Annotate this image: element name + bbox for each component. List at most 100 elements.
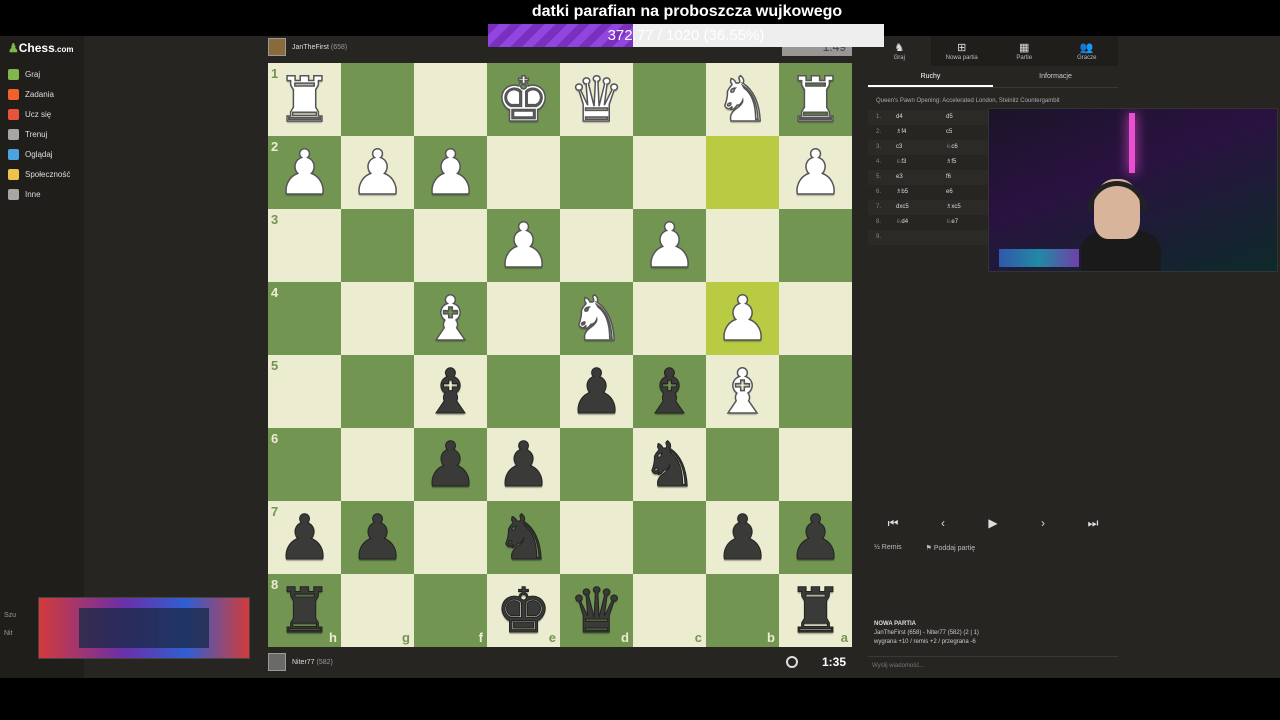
- board-square[interactable]: [560, 136, 633, 209]
- board-square[interactable]: 6: [268, 428, 341, 501]
- board-square[interactable]: [341, 63, 414, 136]
- chat-input[interactable]: Wyślij wiadomość...: [868, 656, 1118, 674]
- white-bishop-icon[interactable]: ♝: [714, 359, 771, 423]
- board-square[interactable]: ♟: [487, 209, 560, 282]
- board-square[interactable]: [633, 501, 706, 574]
- board-square[interactable]: 5: [268, 355, 341, 428]
- chesscom-logo[interactable]: ♟Chess.com: [8, 41, 73, 55]
- board-square[interactable]: g: [341, 574, 414, 647]
- board-square[interactable]: 7 ♟: [268, 501, 341, 574]
- black-bishop-icon[interactable]: ♝: [422, 360, 479, 423]
- black-queen-icon[interactable]: ♛: [568, 579, 625, 642]
- board-square[interactable]: a ♜: [779, 574, 852, 647]
- white-move[interactable]: dxc5: [896, 200, 946, 215]
- board-square[interactable]: ♞: [706, 63, 779, 136]
- tab-moves[interactable]: Ruchy: [868, 66, 993, 87]
- board-square[interactable]: [560, 501, 633, 574]
- sidebar-item-graj[interactable]: Graj: [0, 64, 84, 84]
- board-square[interactable]: ♟: [341, 136, 414, 209]
- board-square[interactable]: ♟: [633, 209, 706, 282]
- board-square[interactable]: 1 ♜: [268, 63, 341, 136]
- board-square[interactable]: [633, 63, 706, 136]
- board-square[interactable]: ♜: [779, 63, 852, 136]
- bottom-player-name[interactable]: Niter77: [292, 659, 315, 666]
- board-square[interactable]: d ♛: [560, 574, 633, 647]
- board-square[interactable]: [779, 355, 852, 428]
- board-square[interactable]: [341, 428, 414, 501]
- board-square[interactable]: [706, 136, 779, 209]
- sidebar-item-trenuj[interactable]: Trenuj: [0, 124, 84, 144]
- white-rook-icon[interactable]: ♜: [787, 67, 844, 131]
- board-square[interactable]: [487, 136, 560, 209]
- sidebar-item-inne[interactable]: Inne: [0, 184, 84, 204]
- black-pawn-icon[interactable]: ♟: [714, 506, 771, 569]
- tab-info[interactable]: Informacje: [993, 66, 1118, 87]
- white-move[interactable]: [896, 230, 946, 245]
- board-square[interactable]: 4: [268, 282, 341, 355]
- board-square[interactable]: [706, 428, 779, 501]
- sidebar-item-społeczność[interactable]: Społeczność: [0, 164, 84, 184]
- avatar[interactable]: [268, 653, 286, 671]
- tab-partie[interactable]: ▦ Partie: [993, 36, 1056, 66]
- board-square[interactable]: ♟: [706, 282, 779, 355]
- profile-shortcut[interactable]: Nit: [4, 630, 16, 648]
- white-bishop-icon[interactable]: ♝: [422, 286, 479, 350]
- board-square[interactable]: [560, 209, 633, 282]
- board-square[interactable]: ♞: [487, 501, 560, 574]
- white-king-icon[interactable]: ♚: [495, 67, 552, 131]
- white-knight-icon[interactable]: ♞: [714, 67, 771, 131]
- board-square[interactable]: [633, 136, 706, 209]
- board-square[interactable]: [779, 282, 852, 355]
- board-square[interactable]: ♟: [341, 501, 414, 574]
- sidebar-item-zadania[interactable]: Zadania: [0, 84, 84, 104]
- last-move-button[interactable]: ⏭: [1075, 511, 1111, 535]
- first-move-button[interactable]: ⏮: [875, 511, 911, 535]
- white-move[interactable]: d4: [896, 110, 946, 125]
- white-knight-icon[interactable]: ♞: [568, 286, 625, 350]
- white-pawn-icon[interactable]: ♟: [276, 140, 333, 204]
- black-pawn-icon[interactable]: ♟: [422, 433, 479, 496]
- white-rook-icon[interactable]: ♜: [276, 67, 333, 131]
- board-square[interactable]: ♝: [706, 355, 779, 428]
- black-knight-icon[interactable]: ♞: [641, 433, 698, 496]
- board-square[interactable]: ♚: [487, 63, 560, 136]
- board-square[interactable]: b: [706, 574, 779, 647]
- board-square[interactable]: ♝: [414, 355, 487, 428]
- black-knight-icon[interactable]: ♞: [495, 506, 552, 569]
- draw-button[interactable]: ½ Remis: [874, 544, 914, 552]
- white-pawn-icon[interactable]: ♟: [495, 213, 552, 277]
- board-square[interactable]: ♟: [414, 136, 487, 209]
- board-square[interactable]: ♞: [560, 282, 633, 355]
- board-square[interactable]: [633, 282, 706, 355]
- white-move[interactable]: ♘d4: [896, 215, 946, 230]
- next-move-button[interactable]: ›: [1025, 511, 1061, 535]
- resign-button[interactable]: ⚑ Poddaj partię: [926, 544, 988, 552]
- black-bishop-icon[interactable]: ♝: [641, 360, 698, 423]
- board-square[interactable]: [414, 209, 487, 282]
- previous-move-button[interactable]: ‹: [925, 511, 961, 535]
- board-square[interactable]: f: [414, 574, 487, 647]
- black-pawn-icon[interactable]: ♟: [495, 433, 552, 496]
- sidebar-item-oglądaj[interactable]: Oglądaj: [0, 144, 84, 164]
- board-square[interactable]: [487, 282, 560, 355]
- white-move[interactable]: e3: [896, 170, 946, 185]
- board-square[interactable]: 3: [268, 209, 341, 282]
- board-square[interactable]: ♞: [633, 428, 706, 501]
- board-square[interactable]: ♟: [706, 501, 779, 574]
- black-pawn-icon[interactable]: ♟: [349, 506, 406, 569]
- board-square[interactable]: [341, 209, 414, 282]
- top-player-name[interactable]: JanTheFirst: [292, 44, 329, 51]
- black-rook-icon[interactable]: ♜: [787, 579, 844, 642]
- white-queen-icon[interactable]: ♛: [568, 67, 625, 131]
- board-square[interactable]: [487, 355, 560, 428]
- avatar[interactable]: [268, 38, 286, 56]
- board-square[interactable]: ♟: [779, 501, 852, 574]
- board-square[interactable]: [341, 355, 414, 428]
- white-pawn-icon[interactable]: ♟: [787, 140, 844, 204]
- board-square[interactable]: [779, 209, 852, 282]
- black-pawn-icon[interactable]: ♟: [787, 506, 844, 569]
- board-square[interactable]: [341, 282, 414, 355]
- board-square[interactable]: 2 ♟: [268, 136, 341, 209]
- board-square[interactable]: ♟: [487, 428, 560, 501]
- black-king-icon[interactable]: ♚: [495, 579, 552, 642]
